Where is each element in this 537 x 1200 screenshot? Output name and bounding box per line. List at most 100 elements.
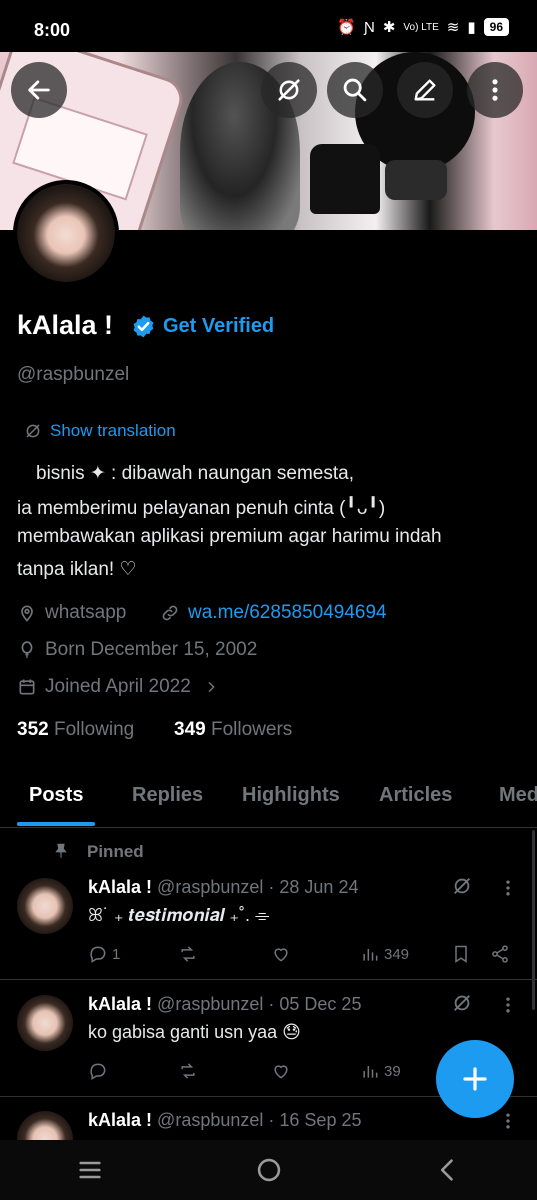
following-count: 352 bbox=[17, 719, 49, 740]
post-author-name[interactable]: kAlala ! bbox=[88, 1110, 152, 1130]
reply-icon bbox=[90, 1063, 106, 1080]
post-author-name[interactable]: kAlala ! bbox=[88, 877, 152, 897]
search-button[interactable] bbox=[327, 62, 383, 118]
profile-name: kAlala ! bbox=[17, 310, 114, 340]
post-author-handle[interactable]: @raspbunzel bbox=[157, 877, 263, 897]
joined-row[interactable]: Joined April 2022 bbox=[17, 676, 219, 698]
back-button[interactable] bbox=[11, 62, 67, 118]
bio-line-3: membawakan aplikasi premium agar harimu … bbox=[17, 526, 442, 547]
website-link[interactable]: wa.me/6285850494694 bbox=[188, 602, 387, 624]
network-label: Vo) LTE bbox=[403, 21, 439, 33]
post-date[interactable]: · 16 Sep 25 bbox=[268, 1110, 361, 1130]
post-more-icon[interactable] bbox=[498, 878, 518, 898]
tab-highlights[interactable]: Highlights bbox=[242, 784, 340, 807]
post-avatar[interactable] bbox=[17, 878, 73, 934]
post-avatar[interactable] bbox=[17, 995, 73, 1051]
like-button[interactable] bbox=[271, 944, 291, 964]
calendar-icon bbox=[19, 679, 35, 695]
repost-button[interactable] bbox=[178, 1061, 198, 1081]
banner-car-graphic bbox=[385, 160, 447, 200]
bio-line-4: tanpa iklan! ♡ bbox=[17, 559, 137, 580]
post-date[interactable]: · 28 Jun 24 bbox=[268, 877, 358, 897]
edit-button[interactable] bbox=[397, 62, 453, 118]
views-chart-icon bbox=[363, 949, 378, 961]
pinned-label: Pinned bbox=[87, 842, 144, 861]
battery-indicator: 96 bbox=[483, 18, 509, 36]
birthday-row: Born December 15, 2002 bbox=[17, 639, 257, 661]
back-arrow-icon bbox=[28, 80, 50, 100]
status-icons: ⏰ Ɲ ✱ Vo) LTE ≋ ▮ 96 bbox=[337, 18, 509, 36]
tab-posts[interactable]: Posts bbox=[29, 784, 83, 807]
verified-badge-icon[interactable] bbox=[131, 314, 156, 339]
status-bar: 8:00 ⏰ Ɲ ✱ Vo) LTE ≋ ▮ 96 bbox=[0, 0, 537, 52]
repost-icon bbox=[181, 946, 195, 962]
profile-avatar[interactable] bbox=[13, 180, 119, 286]
post-more-icon[interactable] bbox=[498, 995, 518, 1015]
status-time: 8:00 bbox=[34, 20, 71, 40]
balloon-icon bbox=[21, 641, 33, 658]
website-row[interactable]: wa.me/6285850494694 bbox=[160, 602, 387, 624]
active-tab-indicator bbox=[17, 822, 95, 826]
views-button[interactable]: 39 bbox=[360, 1061, 401, 1081]
reply-button[interactable] bbox=[88, 1061, 108, 1081]
post-text: ꕤ˙ ₊ 𝒕𝒆𝒔𝒕𝒊𝒎𝒐𝒏𝒊𝒂𝒍 ₊˚. ⌯ bbox=[88, 905, 270, 925]
tab-media[interactable]: Med bbox=[499, 784, 537, 807]
followers-count: 349 bbox=[174, 719, 206, 740]
post-more-icon[interactable] bbox=[498, 1111, 518, 1131]
bio-line-1: bisnis ✦ : dibawah naungan semesta, bbox=[17, 463, 354, 484]
grok-button[interactable] bbox=[261, 62, 317, 118]
bookmark-icon[interactable] bbox=[451, 944, 471, 964]
views-button[interactable]: 349 bbox=[360, 944, 409, 964]
reply-button[interactable]: 1 bbox=[88, 944, 120, 964]
avatar-image bbox=[17, 184, 115, 282]
tab-replies[interactable]: Replies bbox=[132, 784, 203, 807]
repost-button[interactable] bbox=[178, 944, 198, 964]
post-date[interactable]: · 05 Dec 25 bbox=[268, 994, 361, 1014]
location-text: whatsapp bbox=[45, 602, 127, 623]
location-row: whatsapp bbox=[17, 602, 126, 624]
post-author-handle[interactable]: @raspbunzel bbox=[157, 1110, 263, 1130]
signal-icon: ▮ bbox=[467, 19, 476, 36]
recent-apps-icon[interactable] bbox=[76, 1156, 104, 1184]
scrollbar[interactable] bbox=[532, 830, 535, 1010]
views-chart-icon bbox=[363, 1066, 378, 1078]
link-icon bbox=[162, 605, 178, 621]
nfc-icon: Ɲ bbox=[363, 18, 375, 36]
reply-count: 1 bbox=[112, 945, 121, 963]
alarm-icon: ⏰ bbox=[337, 19, 356, 36]
tabs-divider bbox=[0, 827, 537, 828]
bluetooth-icon: ✱ bbox=[382, 19, 396, 36]
post-author-handle[interactable]: @raspbunzel bbox=[157, 994, 263, 1014]
post-header: kAlala ! @raspbunzel · 28 Jun 24 bbox=[88, 877, 358, 898]
pencil-icon bbox=[414, 79, 436, 101]
like-button[interactable] bbox=[271, 1061, 291, 1081]
grok-post-icon[interactable] bbox=[451, 875, 473, 897]
heart-icon bbox=[274, 948, 288, 962]
compose-post-button[interactable] bbox=[436, 1040, 514, 1118]
get-verified-link[interactable]: Get Verified bbox=[163, 315, 274, 338]
post-text: ko gabisa ganti usn yaa 😓 bbox=[88, 1022, 301, 1042]
share-icon[interactable] bbox=[490, 944, 510, 964]
grok-post-icon[interactable] bbox=[451, 992, 473, 1014]
followers-link[interactable]: 349 Followers bbox=[174, 719, 292, 741]
tab-articles[interactable]: Articles bbox=[379, 784, 452, 807]
post-header: kAlala ! @raspbunzel · 16 Sep 25 bbox=[88, 1110, 361, 1131]
reply-icon bbox=[90, 946, 106, 963]
grok-icon bbox=[278, 79, 300, 101]
home-icon[interactable] bbox=[255, 1156, 283, 1184]
plus-icon bbox=[463, 1067, 487, 1091]
following-link[interactable]: 352 Following bbox=[17, 719, 134, 741]
system-navigation-bar bbox=[0, 1140, 537, 1200]
view-count: 39 bbox=[384, 1062, 401, 1080]
wifi-icon: ≋ bbox=[446, 19, 460, 36]
post-author-name[interactable]: kAlala ! bbox=[88, 994, 152, 1014]
following-label: Following bbox=[53, 719, 135, 740]
search-icon bbox=[343, 78, 367, 102]
profile-handle: @raspbunzel bbox=[17, 364, 130, 385]
more-button[interactable] bbox=[467, 62, 523, 118]
post-header: kAlala ! @raspbunzel · 05 Dec 25 bbox=[88, 994, 361, 1015]
followers-label: Followers bbox=[210, 719, 293, 740]
back-nav-icon[interactable] bbox=[434, 1156, 462, 1184]
grok-translate-icon bbox=[26, 424, 40, 438]
show-translation-link[interactable]: Show translation bbox=[50, 421, 176, 441]
